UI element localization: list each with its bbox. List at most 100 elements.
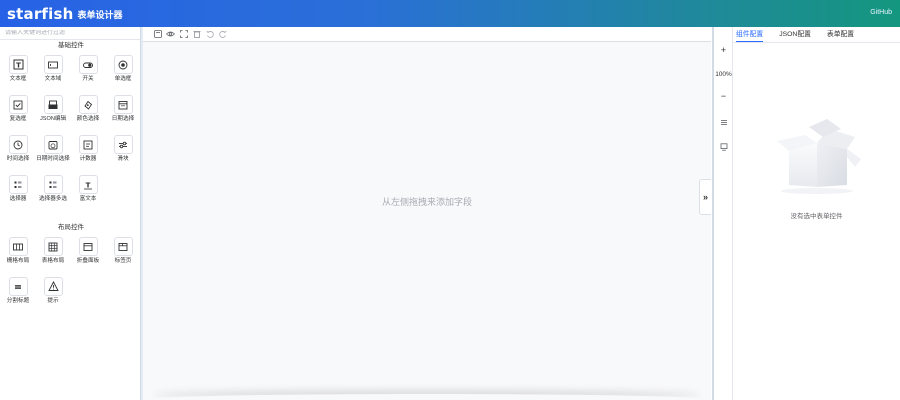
component-date-picker[interactable]: 日期选择 [105,95,141,123]
search-input[interactable] [5,30,135,36]
zoom-out-button[interactable]: − [714,91,733,101]
svg-text:T: T [86,181,91,189]
checkbox-icon [8,95,28,114]
component-label: 计数器 [79,156,97,162]
component-select[interactable]: 选择器 [0,175,36,203]
undo-icon[interactable] [205,30,214,39]
component-label: 文本域 [44,76,62,82]
tab-json-config[interactable]: JSON配置 [779,27,811,42]
slider-icon [113,135,133,154]
time-picker-icon [8,135,28,154]
component-counter[interactable]: 计数器 [70,135,106,163]
radio-icon [113,55,133,74]
component-text-input[interactable]: T 文本框 [0,55,36,83]
basic-components-grid: T 文本框 文本域 开关 单选框 复选框 JSON编辑 颜色选择 日期选择 时间… [0,51,142,211]
datetime-picker-icon [43,135,63,154]
component-divider[interactable]: 分割标题 [0,277,36,305]
select-icon [8,175,28,194]
component-label: 富文本 [79,196,97,202]
preview-icon[interactable] [166,30,175,39]
collapse-panel-icon [78,237,98,256]
canvas-empty-hint: 从左侧拖拽来添加字段 [381,197,472,207]
component-label: 折叠面板 [76,258,100,264]
zoom-toolbar: + 100% − [712,27,733,400]
component-datetime-picker[interactable]: 日期时间选择 [35,135,71,163]
date-picker-icon [113,95,133,114]
component-slider[interactable]: 滑块 [105,135,141,163]
delete-icon[interactable] [192,30,201,39]
component-rich-text[interactable]: T 富文本 [70,175,106,203]
fullscreen-icon[interactable] [179,30,188,39]
tabs-icon [113,237,133,256]
component-label: 表格布局 [41,258,65,264]
save-icon[interactable] [153,30,162,39]
component-label: 滑块 [117,156,129,162]
brand-logo[interactable]: starfish [7,5,74,23]
empty-box-illustration [769,115,865,197]
component-label: 日期选择 [111,116,135,122]
component-label: 日期时间选择 [36,156,70,162]
redo-icon[interactable] [218,30,227,39]
component-switch[interactable]: 开关 [70,55,106,83]
textarea-icon [43,55,63,74]
component-label: 选择器 [9,196,27,202]
component-label: 栅格布局 [6,258,30,264]
canvas-bottom-shadow [153,394,701,400]
no-selection-text: 没有选中表单控件 [790,213,843,220]
component-label: JSON编辑 [39,116,67,122]
color-picker-icon [78,95,98,114]
json-editor-icon [43,95,63,114]
component-search [0,27,142,40]
component-textarea[interactable]: 文本域 [35,55,71,83]
svg-text:T: T [16,61,21,69]
app-subtitle: 表单设计器 [77,10,123,20]
group-title-basic: 基础控件 [58,42,84,49]
github-link[interactable]: GitHub [870,9,892,16]
component-table-layout[interactable]: 表格布局 [35,237,71,265]
component-panel: 基础控件 T 文本框 文本域 开关 单选框 [0,27,142,400]
switch-icon [78,55,98,74]
component-multi-select[interactable]: 选择器多选 [35,175,71,203]
app-header: starfish 表单设计器 GitHub [0,0,900,27]
component-checkbox[interactable]: 复选框 [0,95,36,123]
list-icon[interactable] [714,119,733,128]
component-time-picker[interactable]: 时间选择 [0,135,36,163]
component-label: 时间选择 [6,156,30,162]
device-icon[interactable] [714,143,733,153]
tab-component-config[interactable]: 组件配置 [736,27,764,42]
text-input-icon: T [8,55,28,74]
component-json-editor[interactable]: JSON编辑 [35,95,71,123]
layout-components-grid: 栅格布局 表格布局 折叠面板 标签页 分割标题 提示 [0,233,142,323]
group-title-layout: 布局控件 [58,224,84,231]
config-panel: 组件配置 JSON配置 表单配置 没有选中表单控件 [733,27,900,400]
counter-icon [78,135,98,154]
collapse-right-panel-button[interactable]: » [699,179,711,215]
divider-icon [8,277,28,296]
component-color-picker[interactable]: 颜色选择 [70,95,106,123]
component-radio[interactable]: 单选框 [105,55,141,83]
component-label: 复选框 [9,116,27,122]
component-label: 开关 [82,76,94,82]
zoom-in-button[interactable]: + [714,45,733,55]
component-label: 单选框 [114,76,132,82]
component-grid-layout[interactable]: 栅格布局 [0,237,36,265]
rich-text-icon: T [78,175,98,194]
zoom-level: 100% [715,71,732,78]
config-tabs: 组件配置 JSON配置 表单配置 [733,27,900,43]
alert-icon [43,277,63,296]
component-label: 颜色选择 [76,116,100,122]
component-label: 分割标题 [6,298,30,304]
component-tabs[interactable]: 标签页 [105,237,141,265]
table-layout-icon [43,237,63,256]
component-label: 文本框 [9,76,27,82]
component-label: 提示 [47,298,59,304]
component-alert[interactable]: 提示 [35,277,71,305]
component-collapse-panel[interactable]: 折叠面板 [70,237,106,265]
canvas-toolbar [143,27,711,42]
grid-layout-icon [8,237,28,256]
tab-form-config[interactable]: 表单配置 [827,27,854,42]
design-canvas[interactable]: 从左侧拖拽来添加字段 » [143,27,711,400]
component-label: 标签页 [114,258,132,264]
multi-select-icon [43,175,63,194]
component-label: 选择器多选 [39,196,67,202]
